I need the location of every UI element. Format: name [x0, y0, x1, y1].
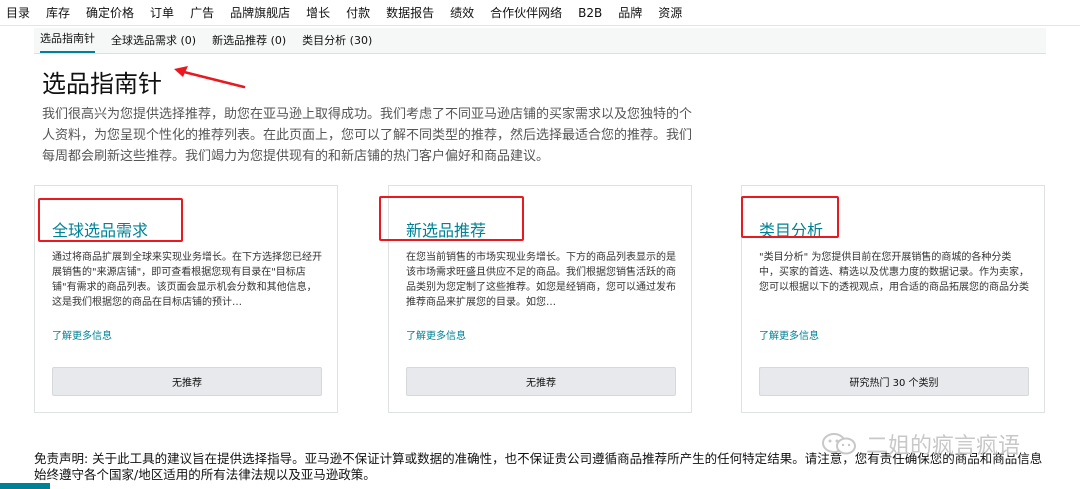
nav-item-advertising[interactable]: 广告 [190, 4, 214, 21]
card-description: 通过将商品扩展到全球来实现业务增长。在下方选择您已经开展销售的"来源店铺"，即可… [52, 252, 322, 308]
annotation-box-new-recommendations [379, 196, 524, 241]
tab-category-analysis[interactable]: 类目分析 (30) [302, 32, 372, 53]
nav-item-payments[interactable]: 付款 [346, 4, 370, 21]
tab-new-recommendations[interactable]: 新选品推荐 (0) [212, 32, 286, 53]
nav-item-resources[interactable]: 资源 [658, 4, 682, 21]
annotation-box-global-demand [38, 198, 183, 242]
tab-product-compass[interactable]: 选品指南针 [40, 30, 95, 53]
tab-global-demand[interactable]: 全球选品需求 (0) [111, 32, 196, 53]
nav-item-partner-network[interactable]: 合作伙伴网络 [490, 4, 562, 21]
card-description: "类目分析" 为您提供目前在您开展销售的商城的各种分类中，买家的首选、精选以及优… [759, 252, 1029, 293]
nav-item-orders[interactable]: 订单 [150, 4, 174, 21]
learn-more-link[interactable]: 了解更多信息 [406, 327, 466, 342]
watermark: 二姐的疯言疯语 [820, 428, 1020, 460]
annotation-arrow [174, 66, 246, 89]
wechat-icon [822, 433, 856, 455]
nav-item-inventory[interactable]: 库存 [46, 4, 70, 21]
learn-more-link[interactable]: 了解更多信息 [52, 327, 112, 342]
nav-item-brands[interactable]: 品牌 [618, 4, 642, 21]
feedback-tab[interactable] [0, 483, 50, 489]
nav-item-catalog[interactable]: 目录 [6, 4, 30, 21]
subtab-bar: 选品指南针 全球选品需求 (0) 新选品推荐 (0) 类目分析 (30) [34, 28, 1046, 54]
nav-item-b2b[interactable]: B2B [578, 6, 602, 20]
nav-item-reports[interactable]: 数据报告 [386, 4, 434, 21]
page-title: 选品指南针 [42, 70, 162, 98]
nav-item-growth[interactable]: 增长 [306, 4, 330, 21]
intro-text: 我们很高兴为您提供选择推荐，助您在亚马逊上取得成功。我们考虑了不同亚马逊店铺的买… [42, 107, 693, 164]
nav-item-performance[interactable]: 绩效 [450, 4, 474, 21]
top-navigation: 目录 库存 确定价格 订单 广告 品牌旗舰店 增长 付款 数据报告 绩效 合作伙… [0, 0, 1080, 26]
learn-more-link[interactable]: 了解更多信息 [759, 327, 819, 342]
research-top-categories-button[interactable]: 研究热门 30 个类别 [759, 367, 1029, 396]
watermark-text: 二姐的疯言疯语 [866, 434, 1021, 459]
no-recommendations-button[interactable]: 无推荐 [406, 367, 676, 396]
nav-item-pricing[interactable]: 确定价格 [86, 4, 134, 21]
annotation-box-category-analysis [741, 196, 839, 238]
card-description: 在您当前销售的市场实现业务增长。下方的商品列表显示的是该市场需求旺盛且供应不足的… [406, 252, 676, 308]
nav-item-brand-stores[interactable]: 品牌旗舰店 [230, 4, 290, 21]
no-recommendations-button[interactable]: 无推荐 [52, 367, 322, 396]
